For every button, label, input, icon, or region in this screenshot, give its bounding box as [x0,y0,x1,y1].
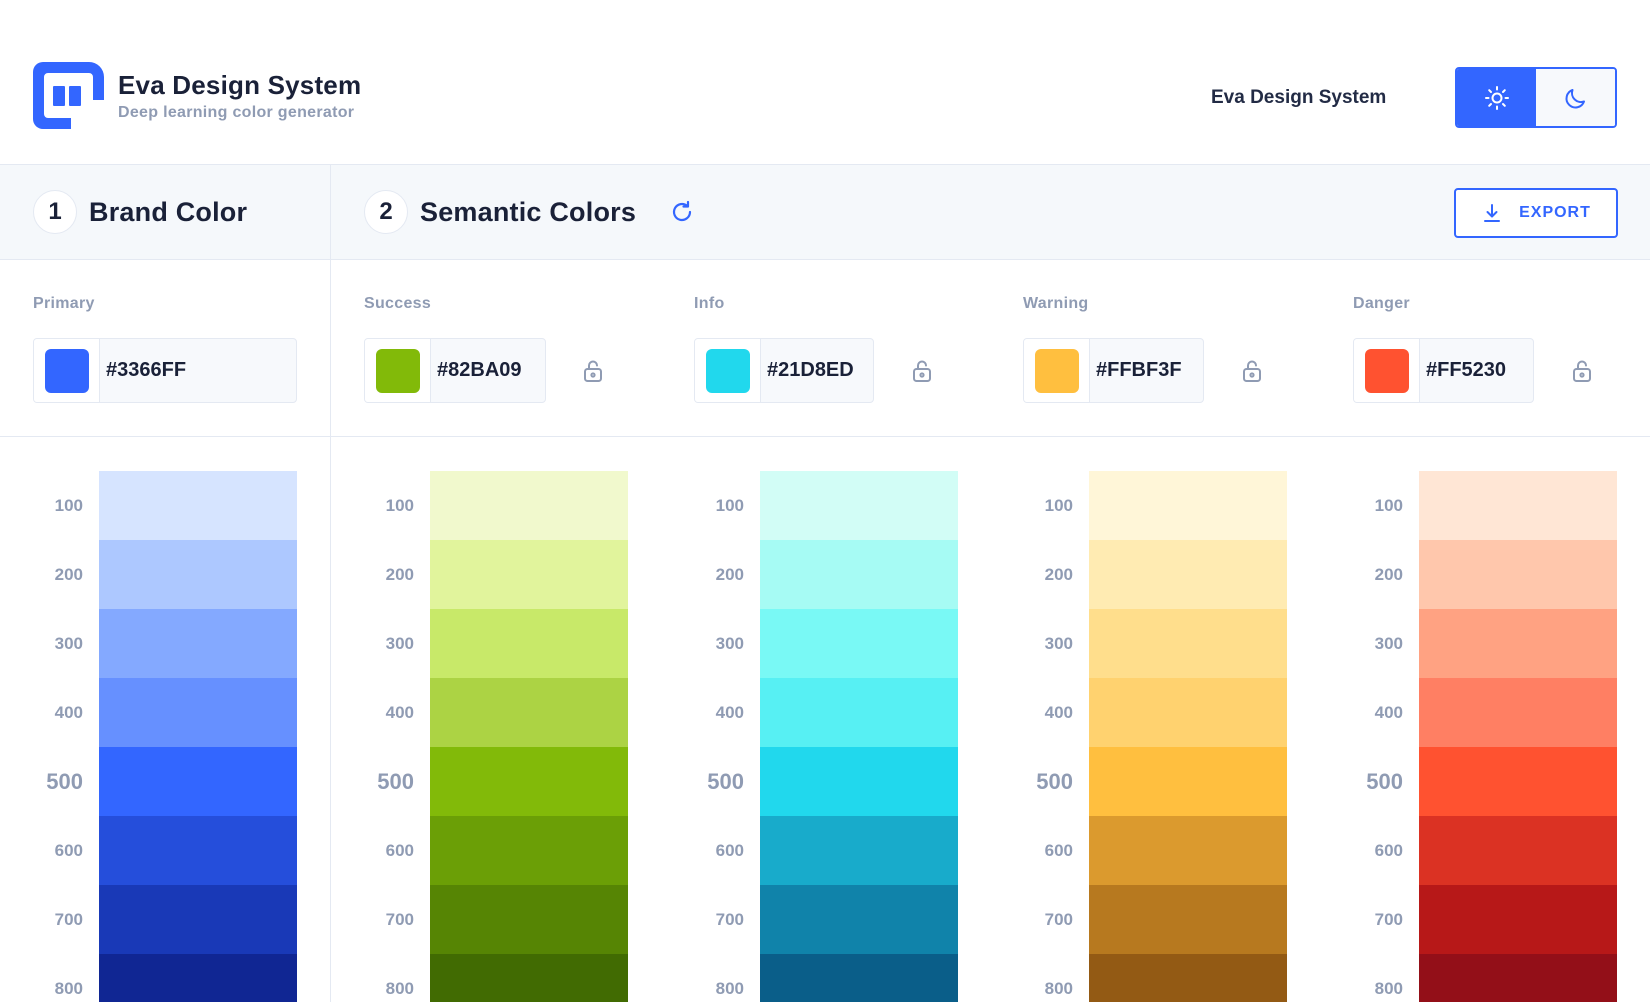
danger-shade-row: 300 [0,609,1650,678]
danger-shade-800[interactable] [1419,954,1617,1002]
unlock-icon[interactable] [909,358,935,384]
danger-shade-row: 200 [0,540,1650,609]
warning-label: Warning [1023,295,1089,312]
unlock-icon[interactable] [1239,358,1265,384]
color-inputs-row: Primary #3366FF Success #82BA09 Info #21D8ED W… [0,260,1650,437]
danger-shade-row: 600 [0,816,1650,885]
shade-label: 400 [1374,702,1403,722]
danger-color-input[interactable]: #FF5230 [1353,338,1534,403]
danger-shade-700[interactable] [1419,885,1617,954]
dark-theme-button[interactable] [1536,69,1615,126]
danger-color-swatch[interactable] [1364,348,1409,393]
eva-logo-icon[interactable] [33,62,104,129]
primary-color-swatch[interactable] [44,348,89,393]
success-hex-value[interactable]: #82BA09 [431,359,541,382]
danger-shade-600[interactable] [1419,816,1617,885]
danger-swatch-cell[interactable] [1354,339,1420,402]
danger-shade-500[interactable] [1419,747,1617,816]
shade-label: 700 [1374,909,1403,929]
primary-hex-value[interactable]: #3366FF [100,359,292,382]
primary-swatch-cell[interactable] [34,339,100,402]
danger-shade-row: 700 [0,885,1650,954]
success-color-input[interactable]: #82BA09 [364,338,546,403]
shade-label: 200 [1374,564,1403,584]
step-number: 1 [33,190,77,234]
unlock-icon[interactable] [1569,358,1595,384]
danger-label: Danger [1353,295,1410,312]
step-title: Semantic Colors [420,196,637,227]
shade-label: 500 [1366,768,1403,794]
moon-icon [1565,88,1585,108]
warning-swatch-cell[interactable] [1024,339,1090,402]
app-header: Eva Design System Deep learning color ge… [0,0,1650,165]
success-label: Success [364,295,432,312]
warning-color-input[interactable]: #FFBF3F [1023,338,1204,403]
sun-icon [1484,85,1509,110]
shade-label: 800 [1374,978,1403,998]
primary-label: Primary [33,295,95,312]
shade-label: 300 [1374,633,1403,653]
refresh-icon[interactable] [668,198,696,226]
info-hex-value[interactable]: #21D8ED [761,359,869,382]
success-swatch-cell[interactable] [365,339,431,402]
danger-shade-row: 500 [0,747,1650,816]
shade-label: 100 [1374,495,1403,515]
step-title: Brand Color [89,196,248,227]
danger-shade-row: 100 [0,471,1650,540]
shade-label: 600 [1374,840,1403,860]
primary-color-input[interactable]: #3366FF [33,338,297,403]
success-color-swatch[interactable] [375,348,420,393]
info-label: Info [694,295,725,312]
semantic-colors-section-title: 2 Semantic Colors [364,190,696,234]
danger-shade-100[interactable] [1419,471,1617,540]
eva-design-system-link[interactable]: Eva Design System [1211,87,1386,109]
danger-shade-row: 800 [0,954,1650,1002]
app-title: Eva Design System [118,70,362,100]
info-color-swatch[interactable] [705,348,750,393]
warning-color-swatch[interactable] [1034,348,1079,393]
export-button[interactable]: EXPORT [1454,188,1618,238]
danger-hex-value[interactable]: #FF5230 [1420,359,1529,382]
app-subtitle: Deep learning color generator [118,104,355,121]
section-bar: 1 Brand Color 2 Semantic Colors EXPORT [0,165,1650,260]
info-swatch-cell[interactable] [695,339,761,402]
warning-hex-value[interactable]: #FFBF3F [1090,359,1199,382]
brand-color-section-title: 1 Brand Color [33,190,247,234]
danger-shade-400[interactable] [1419,678,1617,747]
theme-toggle[interactable] [1455,67,1617,128]
step-number: 2 [364,190,408,234]
danger-shade-200[interactable] [1419,540,1617,609]
download-icon [1484,204,1501,222]
unlock-icon[interactable] [580,358,606,384]
danger-shade-300[interactable] [1419,609,1617,678]
info-color-input[interactable]: #21D8ED [694,338,874,403]
danger-shade-row: 400 [0,678,1650,747]
light-theme-button[interactable] [1457,69,1536,126]
export-label: EXPORT [1519,204,1591,221]
